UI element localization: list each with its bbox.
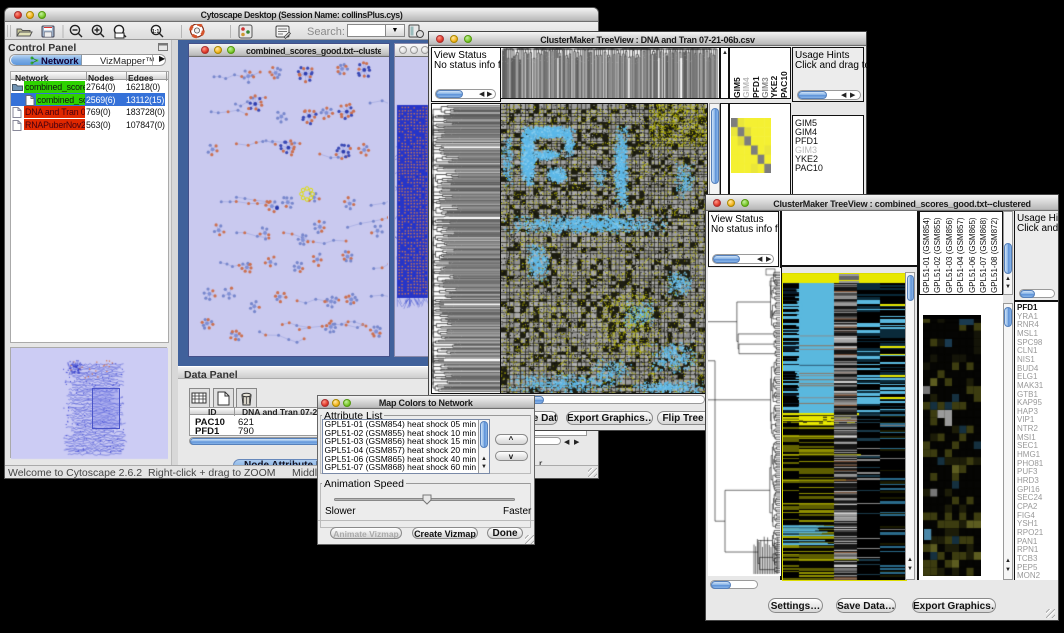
svg-text:1:1: 1:1 (152, 29, 159, 35)
